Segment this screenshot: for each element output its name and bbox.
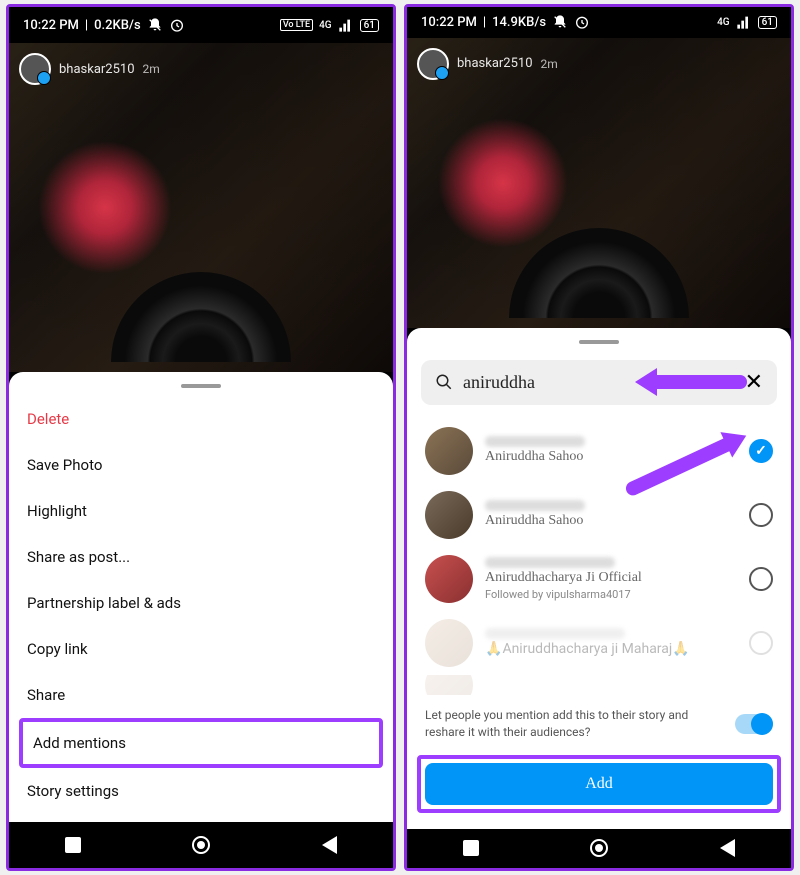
battery-level: 61 xyxy=(758,16,777,29)
status-time: 10:22 PM xyxy=(421,15,477,30)
user-result-row[interactable]: 🙏Aniruddhacharya ji Maharaj🙏 xyxy=(407,611,791,675)
toggle-label: Let people you mention add this to their… xyxy=(425,707,723,741)
select-radio[interactable] xyxy=(749,503,773,527)
followed-by-text: Followed by vipulsharma4017 xyxy=(485,588,737,601)
battery-level: 61 xyxy=(360,19,379,32)
mention-sheet: aniruddha ✕ Aniruddha Sahoo xyxy=(407,328,791,829)
android-nav-bar xyxy=(407,829,791,869)
volte-badge: Vo LTE xyxy=(280,19,313,31)
add-button-highlight: Add xyxy=(417,755,781,813)
alarm-icon xyxy=(169,17,185,33)
story-background[interactable]: bhaskar2510 2m xyxy=(407,38,791,328)
menu-partnership[interactable]: Partnership label & ads xyxy=(9,580,393,626)
alarm-icon xyxy=(574,14,590,30)
author-username[interactable]: bhaskar2510 xyxy=(59,62,135,77)
android-nav-bar xyxy=(9,822,393,868)
story-header: bhaskar2510 2m xyxy=(19,53,160,85)
reshare-toggle-row: Let people you mention add this to their… xyxy=(407,695,791,749)
status-time: 10:22 PM xyxy=(23,18,79,33)
sheet-handle[interactable] xyxy=(181,384,221,388)
story-background[interactable]: bhaskar2510 2m xyxy=(9,43,393,372)
menu-story-settings[interactable]: Story settings xyxy=(9,768,393,814)
user-display-name: 🙏Aniruddhacharya ji Maharaj🙏 xyxy=(485,641,737,658)
user-display-name: Aniruddha Sahoo xyxy=(485,449,737,465)
user-avatar xyxy=(425,555,473,603)
user-result-row[interactable]: Aniruddhacharya Ji Official Followed by … xyxy=(407,547,791,611)
author-avatar[interactable] xyxy=(417,48,449,80)
search-icon xyxy=(435,373,453,391)
signal-icon xyxy=(338,17,354,33)
menu-share-as-post[interactable]: Share as post... xyxy=(9,534,393,580)
notification-off-icon xyxy=(552,14,568,30)
menu-add-mentions[interactable]: Add mentions xyxy=(23,722,379,764)
nav-back-button[interactable] xyxy=(720,839,735,857)
reshare-toggle[interactable] xyxy=(735,714,773,734)
username-blurred xyxy=(485,628,625,639)
network-type: 4G xyxy=(319,20,332,31)
nav-home-button[interactable] xyxy=(590,839,608,857)
clear-search-button[interactable]: ✕ xyxy=(745,370,763,395)
search-input[interactable]: aniruddha ✕ xyxy=(421,360,777,405)
select-radio[interactable] xyxy=(749,567,773,591)
user-avatar xyxy=(425,427,473,475)
user-display-name: Aniruddhacharya Ji Official xyxy=(485,570,737,586)
username-blurred xyxy=(485,557,615,568)
status-speed: 14.9KB/s xyxy=(492,15,546,30)
story-time: 2m xyxy=(143,62,160,76)
user-result-row[interactable]: Aniruddha Sahoo xyxy=(407,483,791,547)
story-header: bhaskar2510 2m xyxy=(417,48,558,80)
select-radio[interactable] xyxy=(749,439,773,463)
notification-off-icon xyxy=(147,17,163,33)
search-query: aniruddha xyxy=(463,372,735,393)
status-bar: 10:22 PM | 14.9KB/s 4G 61 xyxy=(407,7,791,38)
user-avatar xyxy=(425,675,473,695)
user-results-list: Aniruddha Sahoo Aniruddha Sahoo xyxy=(407,419,791,695)
status-speed: 0.2KB/s xyxy=(94,18,141,33)
select-radio[interactable] xyxy=(749,631,773,655)
sheet-handle[interactable] xyxy=(579,340,619,344)
network-type: 4G xyxy=(717,17,730,28)
menu-delete[interactable]: Delete xyxy=(9,396,393,442)
signal-icon xyxy=(736,14,752,30)
user-avatar xyxy=(425,619,473,667)
menu-copy-link[interactable]: Copy link xyxy=(9,626,393,672)
user-avatar xyxy=(425,491,473,539)
action-sheet: Delete Save Photo Highlight Share as pos… xyxy=(9,372,393,822)
add-button[interactable]: Add xyxy=(425,763,773,805)
username-blurred xyxy=(485,500,585,511)
story-time: 2m xyxy=(541,57,558,71)
menu-share[interactable]: Share xyxy=(9,672,393,718)
menu-save-photo[interactable]: Save Photo xyxy=(9,442,393,488)
status-bar: 10:22 PM | 0.2KB/s Vo LTE 4G 61 xyxy=(9,7,393,43)
author-username[interactable]: bhaskar2510 xyxy=(457,56,533,71)
menu-highlight[interactable]: Highlight xyxy=(9,488,393,534)
phone-left: 10:22 PM | 0.2KB/s Vo LTE 4G 61 bhaskar2… xyxy=(6,4,396,871)
author-avatar[interactable] xyxy=(19,53,51,85)
username-blurred xyxy=(485,436,585,447)
nav-back-button[interactable] xyxy=(322,836,337,854)
phone-right: 10:22 PM | 14.9KB/s 4G 61 bhaskar2510 2m… xyxy=(404,4,794,871)
user-result-row[interactable]: Aniruddha Sahoo xyxy=(407,419,791,483)
nav-recent-button[interactable] xyxy=(463,840,479,856)
nav-recent-button[interactable] xyxy=(65,837,81,853)
user-result-row-partial xyxy=(407,675,791,695)
nav-home-button[interactable] xyxy=(192,836,210,854)
user-display-name: Aniruddha Sahoo xyxy=(485,513,737,529)
